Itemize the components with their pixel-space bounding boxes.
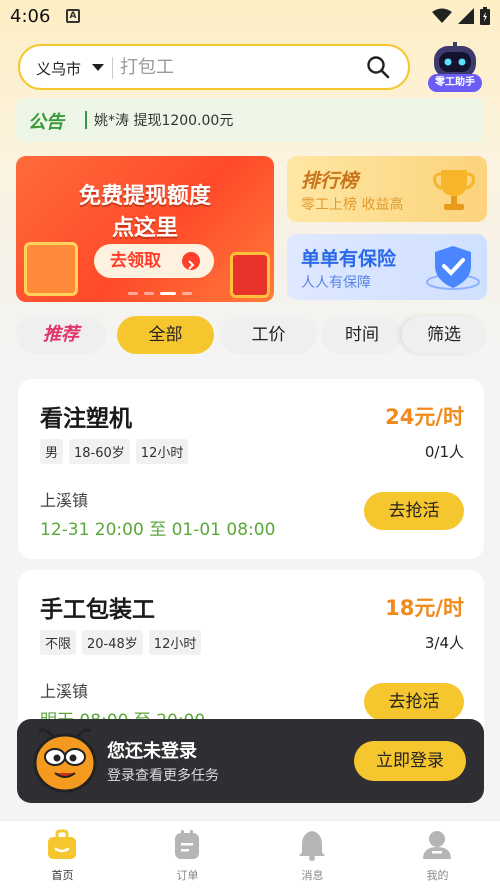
job-tag: 18-60岁: [69, 439, 130, 464]
search-icon[interactable]: [366, 55, 390, 79]
job-tag: 不限: [40, 630, 77, 655]
nav-home-label: 首页: [51, 869, 74, 882]
red-envelope-icon: [230, 252, 270, 298]
job-tags: 男 18-60岁 12小时: [40, 439, 189, 464]
filter-tabs: 推荐 全部 工价 时间 筛选: [16, 316, 486, 354]
insurance-banner[interactable]: 单单有保险 人人有保障: [287, 234, 487, 300]
job-headcount: 3/4人: [424, 634, 464, 652]
city-selector[interactable]: 义乌市: [36, 58, 81, 79]
claim-button[interactable]: 去领取: [94, 244, 214, 278]
login-prompt-title: 您还未登录: [107, 741, 197, 762]
profile-icon: [423, 831, 451, 859]
signal-icon: [458, 8, 474, 24]
tab-all[interactable]: 全部: [117, 316, 214, 354]
job-title: 手工包装工: [40, 597, 155, 623]
carousel-indicator: [128, 292, 192, 295]
job-tag: 12小时: [135, 439, 189, 464]
tab-time[interactable]: 时间: [322, 316, 402, 354]
tab-recommended[interactable]: 推荐: [16, 316, 106, 354]
job-tag: 12小时: [148, 630, 202, 655]
job-tags: 不限 20-48岁 12小时: [40, 630, 202, 655]
notice-bar[interactable]: 公告 姚*涛 提现1200.00元: [16, 98, 484, 142]
bell-icon: [299, 831, 325, 861]
tab-filter[interactable]: 筛选: [402, 316, 486, 354]
nav-messages-label: 消息: [301, 869, 324, 882]
wifi-icon: [432, 8, 452, 23]
login-button[interactable]: 立即登录: [354, 741, 466, 781]
shield-check-icon: [426, 246, 480, 290]
search-divider: [112, 57, 113, 79]
search-input[interactable]: [120, 52, 350, 82]
job-price: 24元/时: [385, 405, 464, 429]
gift-box-icon: [24, 242, 78, 296]
job-price: 18元/时: [385, 596, 464, 620]
notification-icon: A: [66, 9, 80, 23]
job-location: 上溪镇: [40, 491, 89, 510]
bottom-nav: 首页 订单 消息 我的: [0, 820, 500, 888]
job-headcount: 0/1人: [424, 443, 464, 461]
status-icons: [432, 7, 490, 25]
withdraw-quota-banner[interactable]: 免费提现额度 点这里 去领取: [16, 156, 274, 302]
job-card[interactable]: 看注塑机 24元/时 男 18-60岁 12小时 0/1人 上溪镇 12-31 …: [18, 379, 484, 559]
job-time: 12-31 20:00 至 01-01 08:00: [40, 520, 276, 540]
job-tag: 男: [40, 439, 64, 464]
status-time: 4:06: [10, 6, 51, 27]
nav-profile[interactable]: 我的: [375, 821, 500, 888]
nav-messages[interactable]: 消息: [250, 821, 375, 888]
notice-tag: 公告: [28, 112, 64, 133]
home-briefcase-icon: [48, 829, 76, 859]
search-bar[interactable]: 义乌市: [18, 44, 410, 90]
leaderboard-title: 排行榜: [301, 170, 359, 192]
arrow-right-icon: [182, 252, 200, 270]
nav-orders[interactable]: 订单: [125, 821, 250, 888]
job-location: 上溪镇: [40, 682, 89, 701]
trophy-icon: [433, 170, 475, 210]
leaderboard-banner[interactable]: 排行榜 零工上榜 收益高: [287, 156, 487, 222]
job-title: 看注塑机: [40, 406, 132, 432]
chevron-down-icon[interactable]: [92, 64, 104, 71]
insurance-subtitle: 人人有保障: [301, 275, 371, 291]
nav-profile-label: 我的: [426, 869, 449, 882]
job-tag: 20-48岁: [82, 630, 143, 655]
assistant-label: 零工助手: [428, 74, 482, 92]
ant-mascot-icon: [33, 728, 97, 793]
grab-job-button[interactable]: 去抢活: [364, 492, 464, 530]
claim-button-label: 去领取: [110, 251, 161, 271]
battery-icon: [480, 7, 490, 25]
order-icon: [175, 830, 199, 859]
nav-home[interactable]: 首页: [0, 821, 125, 888]
leaderboard-subtitle: 零工上榜 收益高: [301, 197, 404, 213]
status-bar: 4:06 A: [0, 0, 500, 34]
banner-title-line1: 免费提现额度: [78, 184, 211, 209]
assistant-button[interactable]: 零工助手: [424, 42, 486, 94]
notice-text: 姚*涛 提现1200.00元: [94, 113, 234, 129]
notice-separator: [85, 111, 87, 129]
grab-job-button[interactable]: 去抢活: [364, 683, 464, 721]
tab-wage[interactable]: 工价: [220, 316, 317, 354]
login-prompt-subtitle: 登录查看更多任务: [107, 768, 219, 784]
login-prompt: 您还未登录 登录查看更多任务 立即登录: [17, 719, 484, 803]
banner-title-line2: 点这里: [111, 216, 178, 241]
nav-orders-label: 订单: [176, 869, 199, 882]
insurance-title: 单单有保险: [301, 248, 397, 270]
